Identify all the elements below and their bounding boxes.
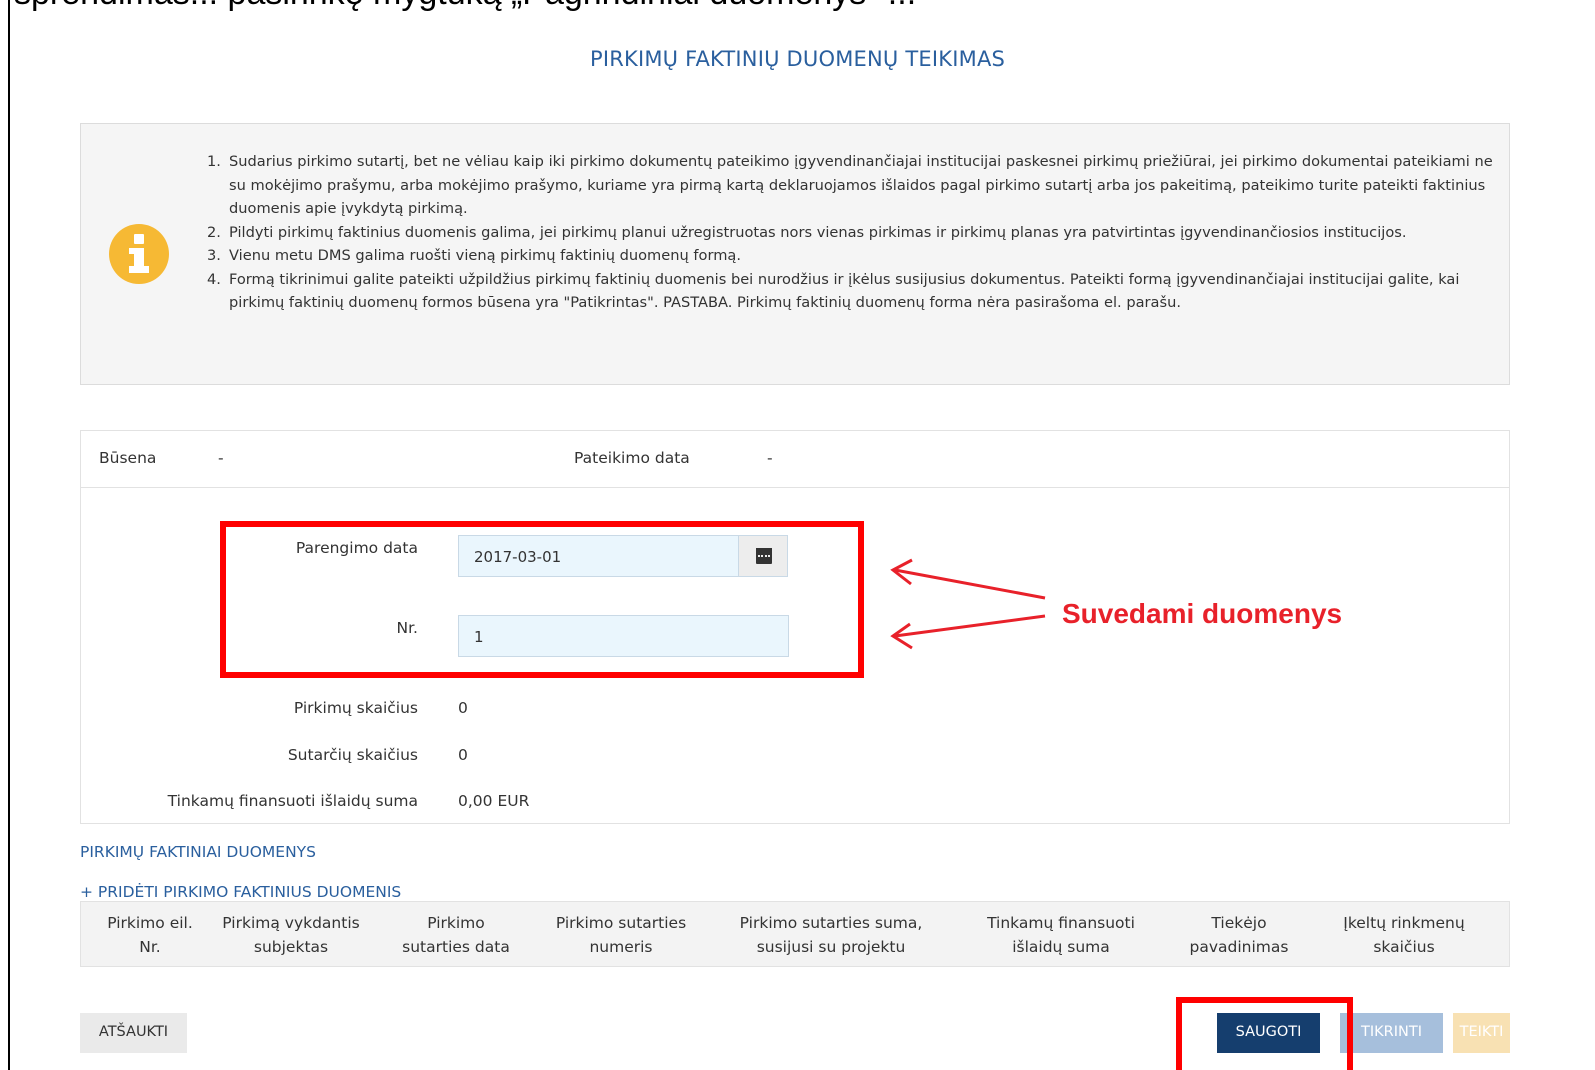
highlight-frame-fields	[220, 521, 864, 678]
annotation-label: Suvedami duomenys	[1062, 598, 1343, 629]
eligible-sum-label: Tinkamų finansuoti išlaidų suma	[167, 792, 418, 810]
section-title[interactable]: PIRKIMŲ FAKTINIAI DUOMENYS	[80, 843, 316, 861]
table-header: Pirkimo eil. Nr. Pirkimą vykdantis subjekt…	[80, 901, 1510, 967]
purchases-count-value: 0	[458, 699, 468, 717]
cancel-button[interactable]: ATŠAUKTI	[80, 1013, 187, 1053]
column-header[interactable]: Pirkimo sutarties suma, susijusi su proje…	[721, 911, 941, 959]
column-header[interactable]: Pirkimą vykdantis subjektas	[211, 911, 371, 959]
submit-button[interactable]: TEIKTI	[1453, 1013, 1510, 1053]
page-title: PIRKIMŲ FAKTINIŲ DUOMENŲ TEIKIMAS	[589, 47, 1006, 71]
info-item: 1. Sudarius pirkimo sutartį, bet ne vėlia…	[207, 153, 1493, 217]
status-row: Būsena - Pateikimo data -	[81, 431, 1509, 488]
column-header[interactable]: Tinkamų finansuoti išlaidų suma	[961, 911, 1161, 959]
info-item: 2. Pildyti pirkimų faktinius duomenis gal…	[207, 223, 1407, 241]
screenshot-border	[8, 0, 10, 1070]
highlight-frame-save	[1176, 997, 1353, 1070]
column-header[interactable]: Pirkimo sutarties numeris	[541, 911, 701, 959]
column-header[interactable]: Tiekėjo pavadinimas	[1179, 911, 1299, 959]
info-item: 4. Formą tikrinimui galite pateikti užpil…	[207, 270, 1460, 312]
column-header[interactable]: Pirkimo eil. Nr.	[95, 911, 205, 959]
purchases-count-label: Pirkimų skaičius	[293, 699, 418, 717]
contracts-count-value: 0	[458, 746, 468, 764]
state-value: -	[218, 449, 224, 467]
page-top-strip: sprendimas... pasirinkę mygtuką „Pagrind…	[0, 0, 1595, 13]
add-purchase-data-link[interactable]: + PRIDĖTI PIRKIMO FAKTINIUS DUOMENIS	[80, 883, 401, 901]
state-label: Būsena	[99, 449, 157, 467]
eligible-sum-value: 0,00 EUR	[458, 792, 530, 810]
submission-date-label: Pateikimo data	[574, 449, 690, 467]
info-item: 3. Vienu metu DMS galima ruošti vieną pir…	[207, 247, 741, 264]
cut-off-caption: sprendimas... pasirinkę mygtuką „Pagrind…	[14, 0, 916, 13]
check-button[interactable]: TIKRINTI	[1340, 1013, 1443, 1053]
submission-date-value: -	[767, 449, 773, 467]
info-box: 1. Sudarius pirkimo sutartį, bet ne vėlia…	[80, 123, 1510, 385]
column-header[interactable]: Pirkimo sutarties data	[381, 911, 531, 959]
contracts-count-label: Sutarčių skaičius	[287, 746, 418, 764]
info-list: 1. Sudarius pirkimo sutartį, bet ne vėlia…	[207, 150, 1497, 315]
column-header[interactable]: Įkeltų rinkmenų skaičius	[1319, 911, 1489, 959]
info-icon	[109, 224, 169, 284]
